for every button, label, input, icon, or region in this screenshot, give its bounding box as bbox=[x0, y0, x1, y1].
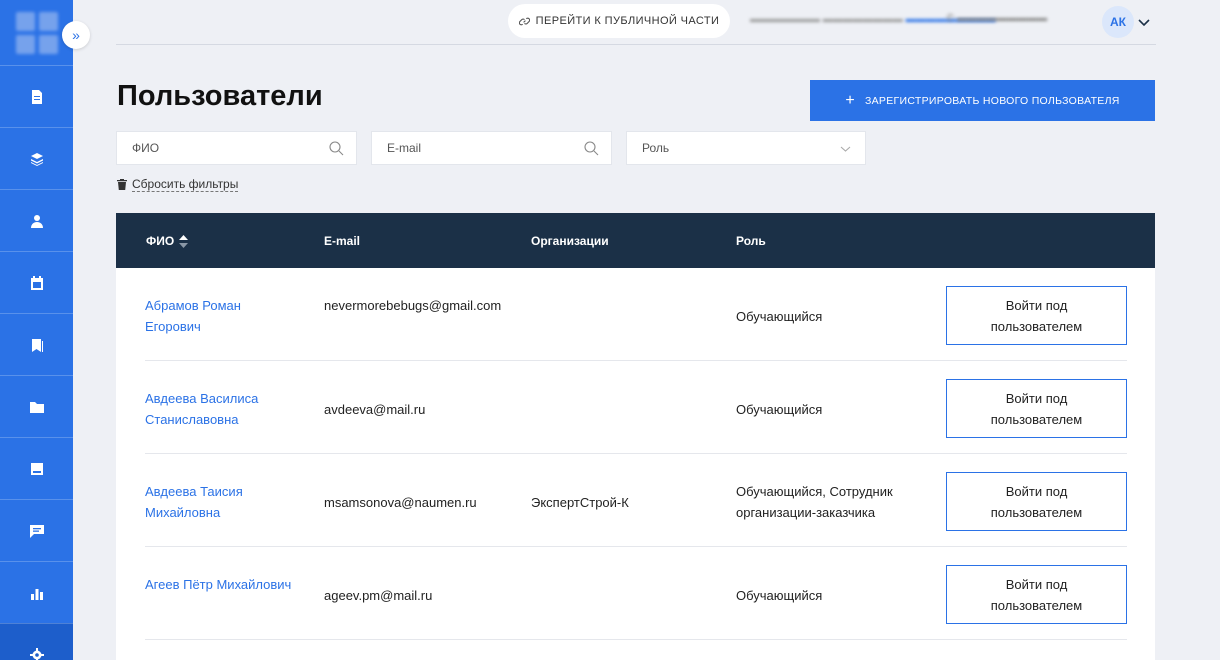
public-part-link[interactable]: ПЕРЕЙТИ К ПУБЛИЧНОЙ ЧАСТИ bbox=[508, 4, 730, 38]
sidebar-item-journal[interactable] bbox=[0, 437, 73, 499]
register-user-button[interactable]: + ЗАРЕГИСТРИРОВАТЬ НОВОГО ПОЛЬЗОВАТЕЛЯ bbox=[810, 80, 1155, 121]
avatar[interactable]: АК bbox=[1102, 6, 1134, 38]
login-as-user-button[interactable]: Войти под пользователем bbox=[946, 379, 1127, 438]
avatar-initials: АК bbox=[1110, 15, 1126, 29]
chevron-down-icon[interactable] bbox=[1137, 15, 1151, 29]
page-title: Пользователи bbox=[117, 80, 323, 112]
user-name-link[interactable]: Агеев Пётр Михайлович bbox=[145, 574, 295, 595]
chat-icon bbox=[29, 524, 44, 538]
bar-chart-icon bbox=[30, 588, 43, 600]
layers-icon bbox=[30, 152, 43, 166]
book-icon bbox=[30, 462, 43, 475]
support-phone[interactable]: ✆ ▬▬▬▬▬▬▬▬▬ bbox=[946, 13, 1047, 24]
register-user-label: ЗАРЕГИСТРИРОВАТЬ НОВОГО ПОЛЬЗОВАТЕЛЯ bbox=[864, 94, 1120, 107]
fio-search-input[interactable]: ФИО bbox=[116, 131, 357, 165]
public-part-label: ПЕРЕЙТИ К ПУБЛИЧНОЙ ЧАСТИ bbox=[535, 15, 720, 27]
sidebar-item-users[interactable] bbox=[0, 189, 73, 251]
user-name-link[interactable]: Авдеева Василиса Станиславовна bbox=[145, 388, 295, 430]
chevron-down-icon bbox=[840, 146, 851, 152]
calendar-icon bbox=[30, 275, 43, 290]
row-divider bbox=[145, 639, 1127, 640]
role-placeholder: Роль bbox=[642, 141, 670, 155]
user-organization: ЭкспертСтрой-К bbox=[531, 495, 629, 510]
column-header-email: E-mail bbox=[324, 234, 361, 248]
sort-icon[interactable] bbox=[179, 234, 189, 248]
reset-filters-label: Сбросить фильтры bbox=[132, 177, 239, 192]
sidebar-item-files[interactable] bbox=[0, 375, 73, 437]
user-email: avdeeva@mail.ru bbox=[324, 402, 426, 417]
column-header-name-label: ФИО bbox=[146, 234, 175, 248]
user-email: ageev.pm@mail.ru bbox=[324, 588, 433, 603]
bookmark-icon bbox=[31, 338, 43, 352]
user-email: nevermorebebugs@gmail.com bbox=[324, 298, 502, 313]
user-role: Обучающийся, Сотрудник организации-заказ… bbox=[736, 484, 893, 520]
top-bar: ПЕРЕЙТИ К ПУБЛИЧНОЙ ЧАСТИ ▬▬▬▬▬▬▬ ▬▬▬▬▬▬… bbox=[116, 0, 1156, 45]
gear-icon bbox=[29, 647, 44, 660]
sidebar bbox=[0, 0, 73, 660]
sidebar-item-settings[interactable] bbox=[0, 623, 73, 660]
sidebar-item-reports[interactable] bbox=[0, 561, 73, 623]
document-icon bbox=[31, 89, 42, 104]
user-icon bbox=[30, 214, 43, 228]
email-placeholder: E-mail bbox=[387, 141, 422, 155]
folder-icon bbox=[29, 401, 44, 413]
user-role: Обучающийся bbox=[736, 402, 823, 417]
user-name-link[interactable]: Авдеева Таисия Михайловна bbox=[145, 481, 295, 523]
chevron-double-right-icon: » bbox=[72, 27, 80, 43]
user-role: Обучающийся bbox=[736, 588, 823, 603]
table-row: Агеев Пётр Михайлович ageev.pm@mail.ru О… bbox=[116, 547, 1155, 640]
user-email: msamsonova@naumen.ru bbox=[324, 495, 477, 510]
sidebar-toggle-button[interactable]: » bbox=[62, 21, 90, 49]
column-header-name[interactable]: ФИО bbox=[146, 234, 189, 248]
sidebar-item-schedule[interactable] bbox=[0, 251, 73, 313]
table-row: Авдеева Василиса Станиславовна avdeeva@m… bbox=[116, 361, 1155, 454]
search-icon bbox=[329, 141, 344, 156]
users-table: ФИО E-mail Организации Роль Абрамов Рома… bbox=[116, 213, 1155, 660]
table-row: Абрамов Роман Егорович nevermorebebugs@g… bbox=[116, 268, 1155, 361]
user-name-link[interactable]: Абрамов Роман Егорович bbox=[145, 295, 295, 337]
link-icon bbox=[518, 17, 530, 25]
table-row: Авдеева Таисия Михайловна msamsonova@nau… bbox=[116, 454, 1155, 547]
sidebar-item-messages[interactable] bbox=[0, 499, 73, 561]
table-header: ФИО E-mail Организации Роль bbox=[116, 213, 1155, 268]
fio-placeholder: ФИО bbox=[132, 141, 160, 155]
plus-icon: + bbox=[845, 91, 855, 109]
trash-icon bbox=[117, 179, 127, 190]
search-icon bbox=[584, 141, 599, 156]
user-role: Обучающийся bbox=[736, 309, 823, 324]
login-as-user-button[interactable]: Войти под пользователем bbox=[946, 286, 1127, 345]
reset-filters-link[interactable]: Сбросить фильтры bbox=[117, 177, 239, 192]
column-header-organizations: Организации bbox=[531, 234, 609, 248]
login-as-user-button[interactable]: Войти под пользователем bbox=[946, 472, 1127, 531]
sidebar-item-library[interactable] bbox=[0, 313, 73, 375]
login-as-user-button[interactable]: Войти под пользователем bbox=[946, 565, 1127, 624]
role-select[interactable]: Роль bbox=[626, 131, 866, 165]
email-search-input[interactable]: E-mail bbox=[371, 131, 612, 165]
sidebar-item-courses[interactable] bbox=[0, 127, 73, 189]
column-header-role: Роль bbox=[736, 234, 766, 248]
sidebar-item-documents[interactable] bbox=[0, 65, 73, 127]
